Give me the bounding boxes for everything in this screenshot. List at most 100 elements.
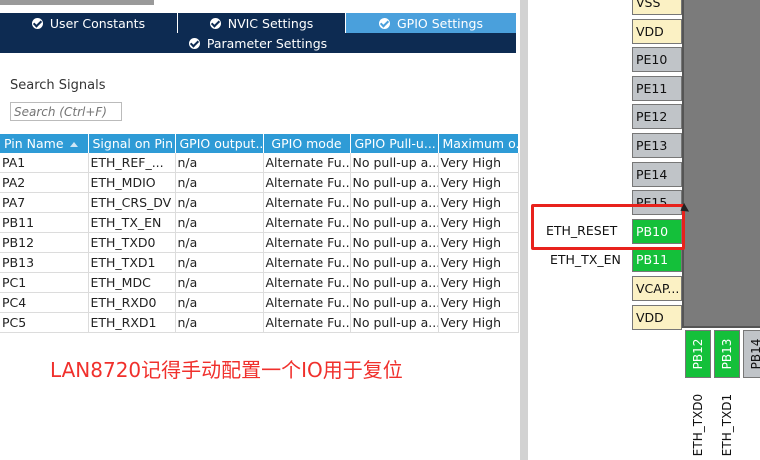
table-row[interactable]: PC5 ETH_RXD1 n/a Alternate Fu... No pull-up … [0,312,519,333]
table-cell: No pull-up a... [350,252,439,273]
table-cell: Very High [438,232,519,253]
table-cell: ETH_RXD1 [88,312,176,333]
column-header-signal[interactable]: Signal on Pin [88,134,176,153]
pin-pe12[interactable]: PE12 [632,104,682,130]
signal-text: ETH_TXD0 [691,393,705,457]
table-cell: n/a [175,172,264,193]
pin-vss[interactable]: VSS [632,0,682,15]
tab-label: User Constants [49,15,146,31]
table-cell: No pull-up a... [350,292,439,313]
pin-pb14[interactable]: PB14 [743,330,760,378]
tab-user-constants[interactable]: User Constants [0,13,178,33]
signal-text: ETH_TXD1 [720,393,734,457]
table-cell: Very High [438,272,519,293]
tab-gpio-settings[interactable]: GPIO Settings [346,13,516,33]
table-cell: Alternate Fu... [263,212,351,233]
table-cell: No pull-up a... [350,312,439,333]
table-body: PA1 ETH_REF_... n/a Alternate Fu... No pull-… [0,153,519,333]
table-cell: PC1 [0,272,89,293]
table-cell: Alternate Fu... [263,153,351,173]
pin-pe14[interactable]: PE14 [632,161,682,187]
table-cell: PA2 [0,172,89,193]
table-cell: Alternate Fu... [263,232,351,253]
table-row[interactable]: PC1 ETH_MDC n/a Alternate Fu... No pull-up a… [0,272,519,293]
pin-signal-label-pb11: ETH_TX_EN [550,252,621,267]
table-cell: PA7 [0,192,89,213]
table-row[interactable]: PA2 ETH_MDIO n/a Alternate Fu... No pull-up … [0,172,519,193]
search-input[interactable] [10,102,122,121]
table-cell: ETH_REF_... [88,153,176,173]
pin-pb13[interactable]: PB13 [714,330,740,378]
highlight-box [531,204,685,250]
table-cell: ETH_RXD0 [88,292,176,313]
column-header-pin-name[interactable]: Pin Name [0,134,89,153]
table-row[interactable]: PA7 ETH_CRS_DV n/a Alternate Fu... No pull-u… [0,192,519,213]
table-cell: n/a [175,312,264,333]
table-cell: No pull-up a... [350,212,439,233]
pin-pe13[interactable]: PE13 [632,133,682,158]
table-cell: n/a [175,212,264,233]
table-cell: PB11 [0,212,89,233]
table-row[interactable]: PA1 ETH_REF_... n/a Alternate Fu... No pull-… [0,153,519,173]
tab-nvic-settings[interactable]: NVIC Settings [178,13,346,33]
tab-label: Parameter Settings [206,35,328,51]
panel-splitter[interactable] [520,0,528,460]
column-header-gpio-mode[interactable]: GPIO mode [263,134,351,153]
search-label: Search Signals [10,78,106,93]
pin-signal-label-pb13: ETH_TXD1 [717,392,737,458]
table-cell: Alternate Fu... [263,192,351,213]
pin-label: PB13 [720,338,734,370]
table-cell: Very High [438,153,519,173]
table-cell: n/a [175,272,264,293]
table-row[interactable]: PB13 ETH_TXD1 n/a Alternate Fu... No pull-up… [0,252,519,273]
pin-pe10[interactable]: PE10 [632,47,682,73]
check-circle-icon [209,17,221,29]
tab-label: NVIC Settings [227,15,314,31]
column-header-gpio-pull[interactable]: GPIO Pull-u... [350,134,439,153]
pin-pb12[interactable]: PB12 [685,330,711,378]
configuration-panel: User Constants NVIC Settings GPIO Settin… [0,0,520,460]
tab-parameter-settings[interactable]: Parameter Settings [0,33,516,53]
column-header-max-output-speed[interactable]: Maximum o... [438,134,519,153]
pinout-view: VSS VDD PE10 PE11 PE12 PE13 PE14 PE15 PB10 PB11 VC… [528,0,760,460]
table-cell: Alternate Fu... [263,172,351,193]
pin-label: PB12 [691,338,705,370]
tab-label: GPIO Settings [397,15,483,31]
table-row[interactable]: PB12 ETH_TXD0 n/a Alternate Fu... No pull-up… [0,232,519,253]
table-row[interactable]: PB11 ETH_TX_EN n/a Alternate Fu... No pull-u… [0,212,519,233]
column-header-label: GPIO Pull-u... [354,136,436,151]
table-cell: PA1 [0,153,89,173]
table-row[interactable]: PC4 ETH_RXD0 n/a Alternate Fu... No pull-up … [0,292,519,313]
pin-vcap[interactable]: VCAP... [632,276,682,301]
annotation-note: LAN8720记得手动配置一个IO用于复位 [50,358,403,382]
table-cell: n/a [175,192,264,213]
mcu-chip-body [682,0,760,328]
column-header-label: GPIO output... [179,136,263,151]
table-cell: n/a [175,153,264,173]
pin-vdd[interactable]: VDD [632,304,682,330]
sort-ascending-icon [69,142,78,147]
check-circle-icon [31,17,43,29]
scroll-stub [0,0,154,5]
table-cell: ETH_MDC [88,272,176,293]
table-cell: Very High [438,292,519,313]
table-cell: ETH_TXD1 [88,252,176,273]
pin-signal-label-pb12: ETH_TXD0 [688,392,708,458]
pin-label: PB14 [749,338,760,370]
column-header-gpio-output[interactable]: GPIO output... [175,134,264,153]
table-cell: Alternate Fu... [263,252,351,273]
table-cell: Very High [438,252,519,273]
pin-pe11[interactable]: PE11 [632,75,682,101]
table-cell: n/a [175,292,264,313]
table-cell: No pull-up a... [350,272,439,293]
table-cell: Alternate Fu... [263,312,351,333]
pin-vdd[interactable]: VDD [632,18,682,44]
table-cell: PC5 [0,312,89,333]
pin-pb11[interactable]: PB11 [632,247,682,273]
table-cell: No pull-up a... [350,232,439,253]
check-circle-icon [188,37,200,49]
table-header-row: Pin Name Signal on Pin GPIO output... GP… [0,134,519,153]
table-cell: ETH_CRS_DV [88,192,176,213]
column-header-label: Signal on Pin [92,136,174,151]
table-cell: Alternate Fu... [263,272,351,293]
